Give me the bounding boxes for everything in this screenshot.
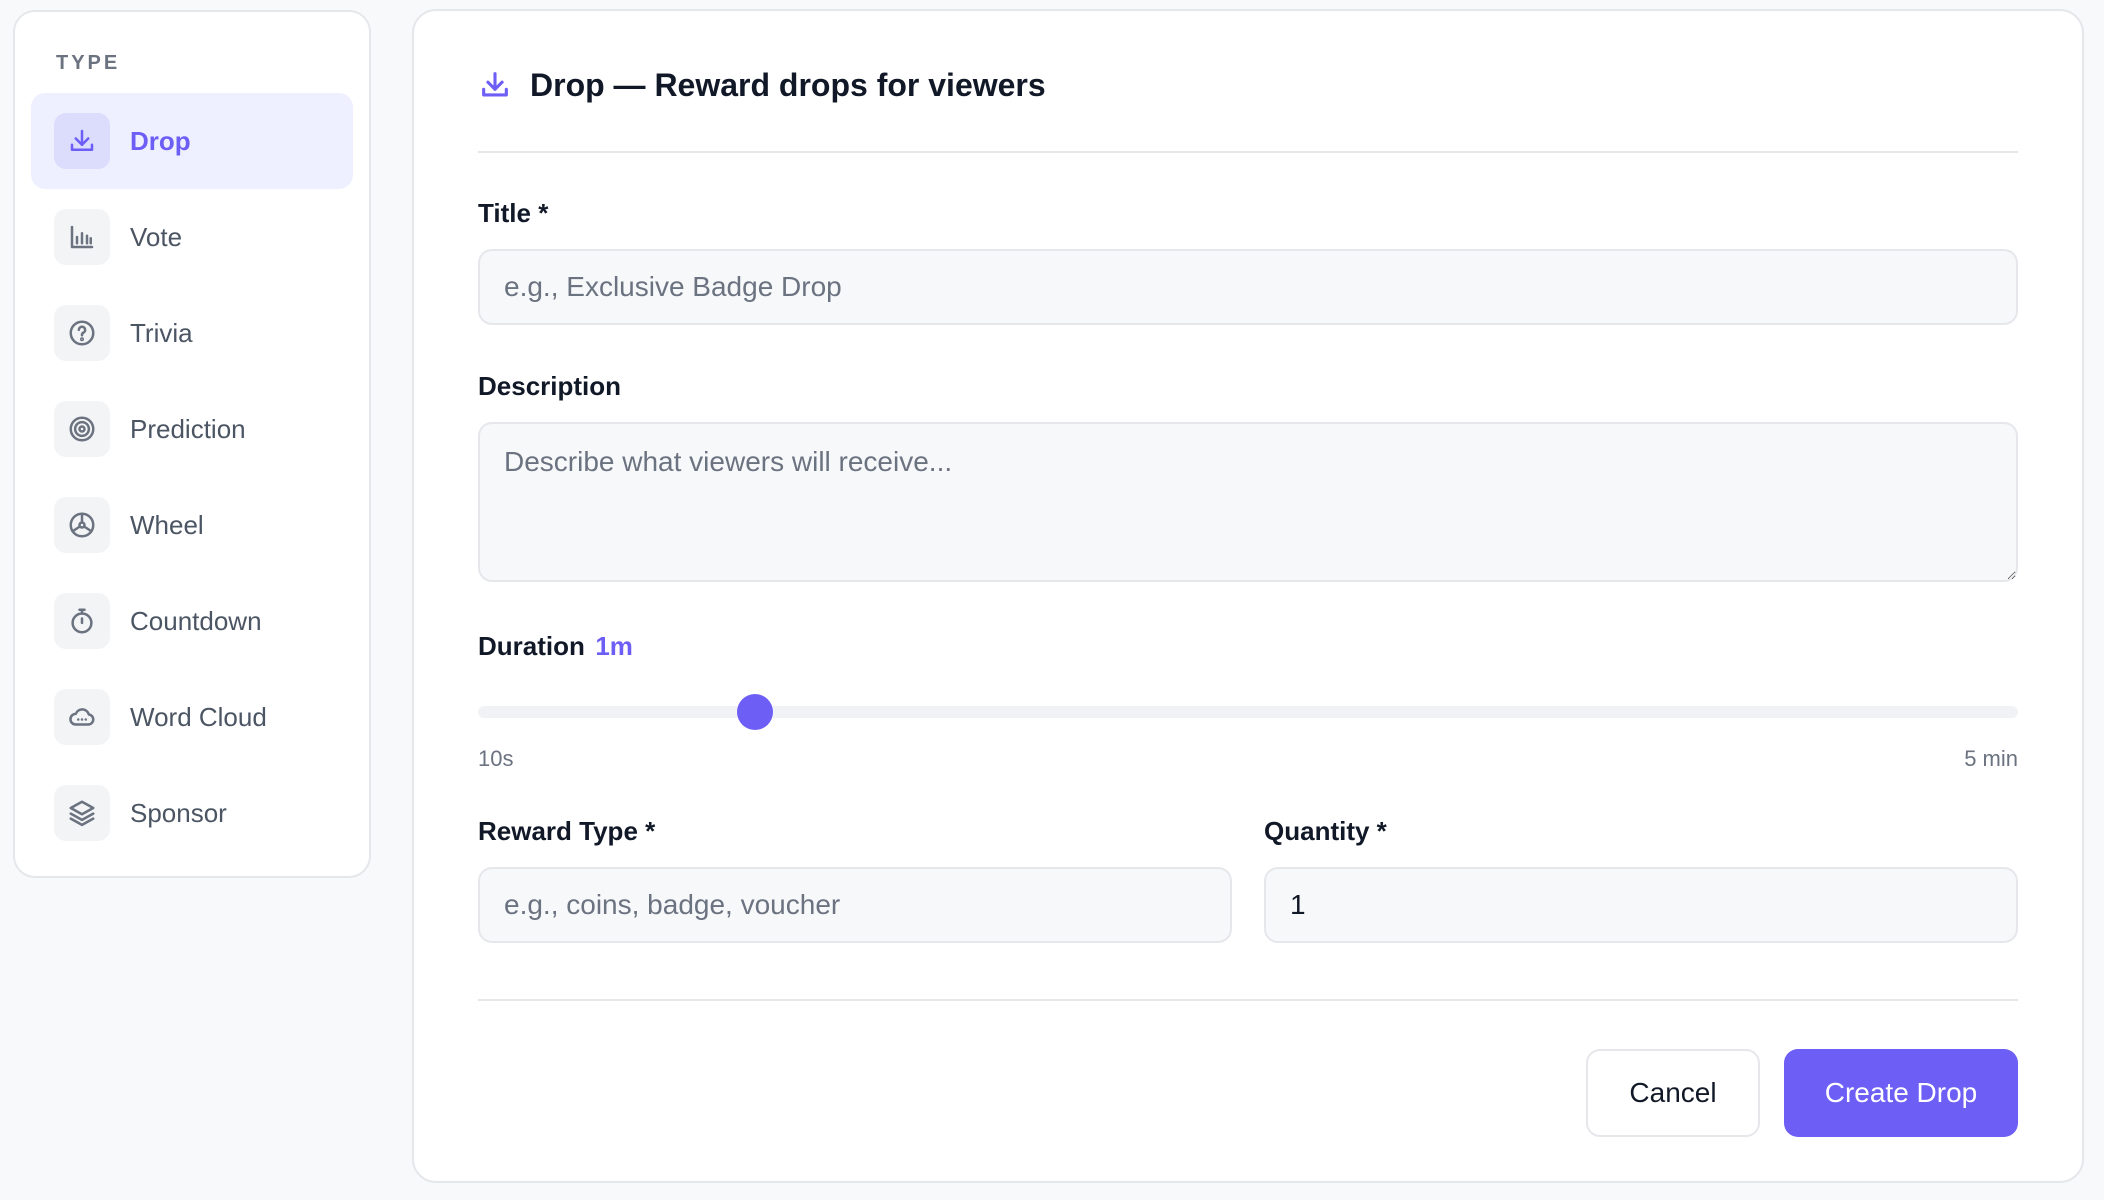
- sidebar-item-wheel[interactable]: Wheel: [31, 477, 353, 573]
- title-label: Title *: [478, 198, 549, 228]
- sidebar-item-drop[interactable]: Drop: [31, 93, 353, 189]
- quantity-input[interactable]: [1264, 867, 2018, 943]
- create-drop-button[interactable]: Create Drop: [1784, 1049, 2018, 1137]
- sidebar-item-label: Countdown: [130, 605, 262, 636]
- target-icon: [54, 401, 110, 457]
- title-input[interactable]: [478, 249, 2018, 325]
- type-sidebar: TYPE Drop Vote Trivia Prediction Wheel C…: [13, 10, 371, 878]
- duration-min-label: 10s: [478, 746, 514, 771]
- duration-slider[interactable]: [478, 694, 2018, 730]
- duration-max-label: 5 min: [1964, 746, 2018, 771]
- duration-range-labels: 10s 5 min: [478, 746, 2018, 772]
- sidebar-item-label: Word Cloud: [130, 701, 267, 732]
- timer-icon: [54, 593, 110, 649]
- sidebar-item-sponsor[interactable]: Sponsor: [31, 765, 353, 861]
- sidebar-item-label: Trivia: [130, 317, 193, 348]
- sidebar-item-countdown[interactable]: Countdown: [31, 573, 353, 669]
- download-icon: [478, 68, 512, 102]
- sidebar-item-label: Drop: [130, 125, 191, 156]
- duration-value: 1m: [595, 631, 633, 661]
- panel-title: Drop — Reward drops for viewers: [530, 66, 1046, 103]
- sidebar-item-prediction[interactable]: Prediction: [31, 381, 353, 477]
- sidebar-item-trivia[interactable]: Trivia: [31, 285, 353, 381]
- duration-label-row: Duration 1m: [478, 631, 2018, 662]
- question-circle-icon: [54, 305, 110, 361]
- cloud-icon: [54, 689, 110, 745]
- duration-slider-thumb[interactable]: [737, 694, 774, 730]
- reward-type-input[interactable]: [478, 867, 1232, 943]
- sidebar-item-label: Sponsor: [130, 797, 227, 828]
- cancel-button[interactable]: Cancel: [1586, 1049, 1760, 1137]
- sidebar-item-label: Wheel: [130, 509, 204, 540]
- panel-header: Drop — Reward drops for viewers: [478, 11, 2018, 153]
- duration-label: Duration: [478, 631, 585, 661]
- description-textarea[interactable]: [478, 422, 2018, 582]
- wheel-icon: [54, 497, 110, 553]
- form-footer: Cancel Create Drop: [478, 999, 2018, 1137]
- sidebar-item-vote[interactable]: Vote: [31, 189, 353, 285]
- reward-type-label: Reward Type *: [478, 816, 656, 846]
- sidebar-item-label: Vote: [130, 221, 183, 252]
- sidebar-item-label: Prediction: [130, 413, 246, 444]
- create-interaction-panel: Drop — Reward drops for viewers Title * …: [412, 9, 2084, 1183]
- quantity-label: Quantity *: [1264, 816, 1387, 846]
- sidebar-item-word-cloud[interactable]: Word Cloud: [31, 669, 353, 765]
- download-icon: [54, 113, 110, 169]
- description-label: Description: [478, 371, 622, 401]
- bar-chart-icon: [54, 209, 110, 265]
- sidebar-heading: TYPE: [56, 52, 121, 74]
- layers-icon: [54, 785, 110, 841]
